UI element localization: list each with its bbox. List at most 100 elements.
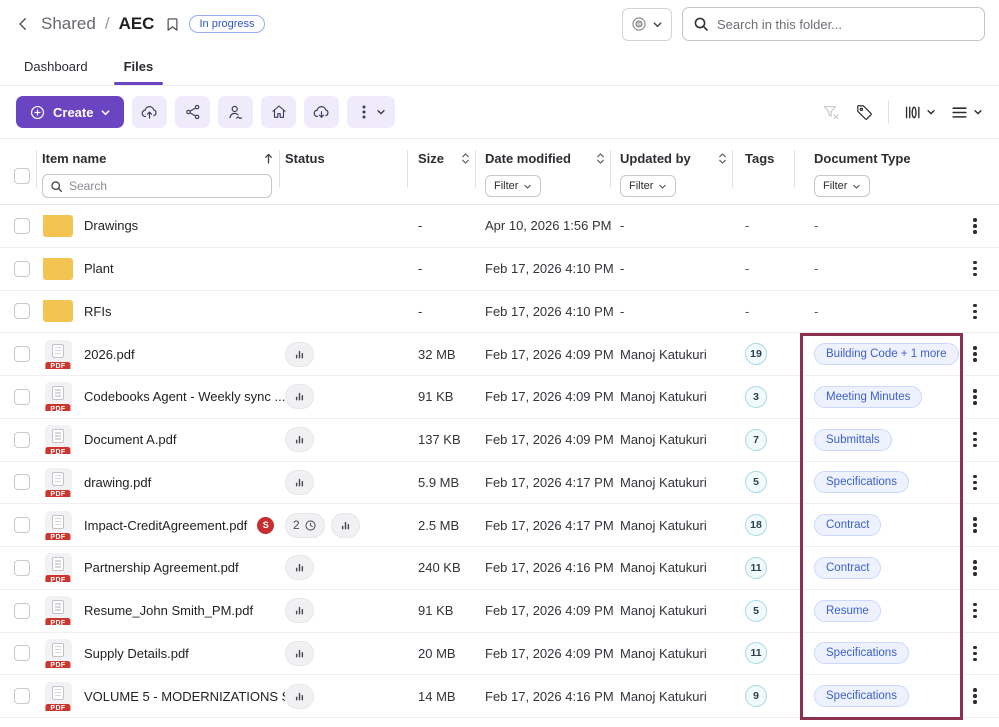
row-menu-button[interactable]	[966, 555, 984, 581]
document-type[interactable]: Contract	[814, 557, 881, 579]
document-type[interactable]: Submittals	[814, 429, 892, 451]
item-name[interactable]: Codebooks Agent - Weekly sync ...	[84, 389, 285, 404]
document-type[interactable]: Building Code + 1 more	[814, 343, 959, 365]
row-menu-button[interactable]	[966, 512, 984, 538]
column-tags[interactable]: Tags	[738, 148, 800, 204]
document-type[interactable]: Specifications	[814, 471, 909, 493]
item-name[interactable]: Drawings	[84, 218, 138, 233]
column-item-name[interactable]: Item name	[42, 148, 285, 204]
table-row[interactable]: PDF Partnership Agreement.pdf 240 KB Feb…	[0, 547, 999, 590]
tags-button[interactable]	[855, 103, 874, 122]
row-menu-button[interactable]	[966, 598, 984, 624]
item-name[interactable]: Partnership Agreement.pdf	[84, 560, 239, 575]
table-row[interactable]: PDF 2026.pdf 32 MB Feb 17, 2026 4:09 PM …	[0, 333, 999, 376]
table-row[interactable]: PDF VOLUME 5 - MODERNIZATIONS S... 14 MB…	[0, 675, 999, 718]
tags-count[interactable]: -	[745, 261, 749, 276]
tags-count[interactable]: 5	[745, 471, 767, 493]
item-name[interactable]: Document A.pdf	[84, 432, 177, 447]
row-checkbox[interactable]	[14, 517, 30, 533]
tags-count[interactable]: 9	[745, 685, 767, 707]
clear-filters-button[interactable]	[822, 103, 841, 122]
create-button[interactable]: Create	[16, 96, 124, 128]
row-checkbox[interactable]	[14, 688, 30, 704]
tags-count[interactable]: 11	[745, 557, 767, 579]
tags-count[interactable]: 3	[745, 386, 767, 408]
table-row[interactable]: PDF Supply Details.pdf 20 MB Feb 17, 202…	[0, 633, 999, 676]
tags-count[interactable]: 19	[745, 343, 767, 365]
columns-settings-button[interactable]	[903, 103, 936, 122]
row-menu-button[interactable]	[966, 299, 984, 325]
table-row[interactable]: PDF RFIs - Feb 17, 2026 4:10 PM - - -	[0, 291, 999, 334]
table-row[interactable]: PDF Document A.pdf 137 KB Feb 17, 2026 4…	[0, 419, 999, 462]
bookmark-button[interactable]	[165, 16, 180, 33]
updated-by-filter-dropdown[interactable]: Filter	[620, 175, 676, 197]
select-all-checkbox[interactable]	[14, 168, 30, 184]
table-row[interactable]: PDF Resume_John Smith_PM.pdf 91 KB Feb 1…	[0, 590, 999, 633]
insights-chip[interactable]	[285, 641, 314, 666]
tab-files[interactable]: Files	[114, 48, 164, 85]
item-name[interactable]: 2026.pdf	[84, 347, 135, 362]
row-menu-button[interactable]	[966, 341, 984, 367]
row-menu-button[interactable]	[966, 213, 984, 239]
row-menu-button[interactable]	[966, 256, 984, 282]
column-status[interactable]: Status	[285, 148, 413, 204]
status-badge[interactable]: In progress	[189, 15, 264, 33]
tags-count[interactable]: 18	[745, 514, 767, 536]
upload-button[interactable]	[132, 96, 167, 128]
insights-chip[interactable]	[285, 598, 314, 623]
document-type[interactable]: Resume	[814, 600, 881, 622]
row-checkbox[interactable]	[14, 645, 30, 661]
document-type[interactable]: Specifications	[814, 685, 909, 707]
insights-chip[interactable]	[285, 427, 314, 452]
row-menu-button[interactable]	[966, 427, 984, 453]
row-checkbox[interactable]	[14, 432, 30, 448]
document-type[interactable]: Meeting Minutes	[814, 386, 922, 408]
row-checkbox[interactable]	[14, 303, 30, 319]
item-name[interactable]: RFIs	[84, 304, 111, 319]
item-name[interactable]: Plant	[84, 261, 114, 276]
download-button[interactable]	[304, 96, 339, 128]
column-document-type[interactable]: Document Type Filter	[800, 148, 962, 204]
document-type[interactable]: Specifications	[814, 642, 909, 664]
sign-request-button[interactable]	[218, 96, 253, 128]
insights-chip[interactable]	[285, 555, 314, 580]
row-checkbox[interactable]	[14, 261, 30, 277]
tags-count[interactable]: -	[745, 218, 749, 233]
name-filter-search[interactable]	[42, 174, 272, 198]
share-button[interactable]	[175, 96, 210, 128]
row-checkbox[interactable]	[14, 346, 30, 362]
item-name[interactable]: Supply Details.pdf	[84, 646, 189, 661]
insights-chip[interactable]	[285, 342, 314, 367]
row-checkbox[interactable]	[14, 218, 30, 234]
row-menu-button[interactable]	[966, 384, 984, 410]
item-name[interactable]: drawing.pdf	[84, 475, 151, 490]
row-menu-button[interactable]	[966, 470, 984, 496]
table-row[interactable]: PDF Codebooks Agent - Weekly sync ... 91…	[0, 376, 999, 419]
tags-count[interactable]: 7	[745, 429, 767, 451]
insights-chip[interactable]	[285, 384, 314, 409]
tags-count[interactable]: 5	[745, 600, 767, 622]
search-scope-button[interactable]	[622, 8, 672, 41]
name-filter-input[interactable]	[69, 179, 264, 193]
insights-chip[interactable]	[285, 684, 314, 709]
row-checkbox[interactable]	[14, 474, 30, 490]
document-type-filter-dropdown[interactable]: Filter	[814, 175, 870, 197]
tab-dashboard[interactable]: Dashboard	[14, 48, 98, 85]
back-button[interactable]	[14, 15, 32, 33]
row-menu-button[interactable]	[966, 683, 984, 709]
row-checkbox[interactable]	[14, 603, 30, 619]
breadcrumb-parent[interactable]: Shared	[41, 14, 96, 34]
date-filter-dropdown[interactable]: Filter	[485, 175, 541, 197]
table-row[interactable]: PDF Drawings - Apr 10, 2026 1:56 PM - - …	[0, 205, 999, 248]
item-name[interactable]: VOLUME 5 - MODERNIZATIONS S...	[84, 689, 285, 704]
column-updated-by[interactable]: Updated by Filter	[616, 148, 738, 204]
column-size[interactable]: Size	[413, 148, 481, 204]
row-checkbox[interactable]	[14, 560, 30, 576]
document-type[interactable]: -	[814, 218, 818, 233]
folder-search-input[interactable]	[717, 17, 974, 32]
document-type[interactable]: -	[814, 304, 818, 319]
view-mode-button[interactable]	[950, 103, 983, 122]
document-type[interactable]: -	[814, 261, 818, 276]
tags-count[interactable]: -	[745, 304, 749, 319]
item-name[interactable]: Impact-CreditAgreement.pdf	[84, 518, 247, 533]
